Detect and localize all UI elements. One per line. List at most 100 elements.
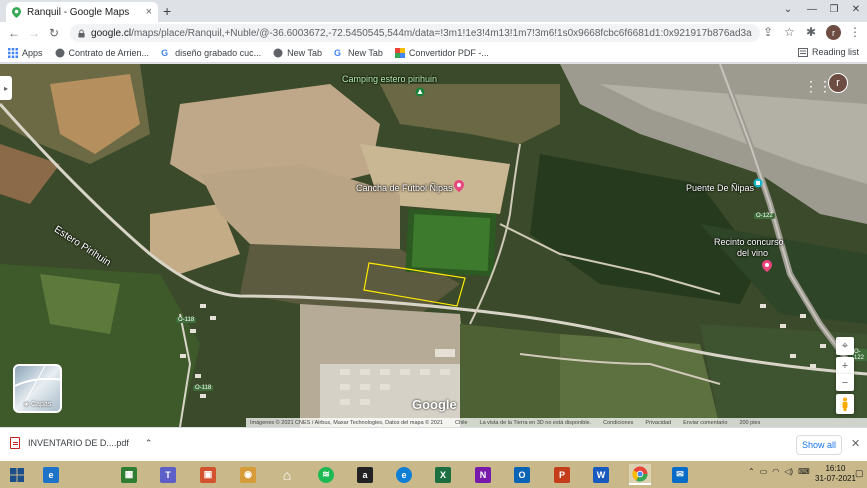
campground-pin-icon[interactable] [415, 87, 425, 99]
terms-link[interactable]: Condiciones [603, 420, 633, 426]
windows-logo-icon [10, 467, 24, 482]
zoom-out-button[interactable]: − [836, 374, 854, 391]
account-avatar[interactable]: r [828, 73, 848, 93]
show-all-button[interactable]: Show all [796, 435, 842, 455]
taskbar-spotify[interactable]: ≋ [315, 464, 337, 485]
reload-icon[interactable]: ↻ [44, 26, 64, 40]
profile-avatar[interactable]: r [826, 25, 841, 40]
collapse-side-panel-button[interactable]: ▸ [0, 76, 12, 100]
address-bar[interactable]: google.cl/maps/place/Ranquil,+Ñuble/@-36… [70, 24, 760, 42]
road-label-o118-b: O-118 [193, 385, 214, 391]
taskbar-outlook[interactable]: O [511, 464, 533, 485]
store-icon: ▦ [121, 466, 137, 483]
volume-icon[interactable]: ◁) [784, 467, 793, 476]
road-label-o118-a: O-118 [176, 317, 197, 323]
feedback-link[interactable]: Enviar comentario [683, 420, 727, 426]
bookmark-convertidor[interactable]: Convertidor PDF -... [394, 48, 489, 58]
taskbar-amazon[interactable]: a [354, 464, 376, 485]
layers-label: ◈ Capas [23, 401, 52, 408]
scale-label[interactable]: 200 pies [739, 420, 760, 426]
place-pin-icon[interactable] [762, 260, 772, 272]
road-label-o122-b: O-122 [852, 349, 867, 361]
taskbar-word[interactable]: W [590, 464, 612, 485]
extensions-icon[interactable]: ✱ [806, 25, 816, 39]
map-label-camping[interactable]: Camping estero pirihuin [342, 74, 437, 84]
bookmark-contrato[interactable]: Contrato de Arrien... [55, 48, 149, 58]
network-icon[interactable]: ▭ [760, 467, 768, 476]
clock-time: 16:10 [825, 464, 846, 473]
wifi-icon[interactable]: ◠ [772, 467, 779, 476]
notifications-icon[interactable]: ▢ [855, 468, 864, 479]
landmark-pin-icon[interactable] [753, 178, 763, 190]
taskbar-home[interactable]: ⌂ [276, 464, 298, 485]
back-arrow-icon[interactable]: ← [4, 26, 24, 40]
tab-close-icon[interactable]: × [146, 6, 152, 18]
forward-arrow-icon[interactable]: → [24, 26, 44, 40]
map-label-puente[interactable]: Puente De Ñipas [686, 183, 754, 193]
close-window-button[interactable]: ✕ [844, 0, 867, 18]
taskbar-edge[interactable]: e [393, 464, 415, 485]
google-icon: G [161, 48, 169, 58]
language-icon[interactable]: ⌨ [798, 467, 810, 476]
chevron-up-icon[interactable]: ⌃ [748, 467, 755, 476]
taskbar-office[interactable]: ▣ [197, 464, 219, 485]
google-logo: Google [412, 397, 457, 412]
pegman-icon[interactable] [836, 394, 854, 414]
office-icon: ▣ [200, 466, 216, 483]
taskbar-edge-legacy[interactable]: e [40, 464, 62, 485]
layers-toggle-button[interactable]: ◈ Capas [13, 364, 62, 413]
share-icon[interactable]: ⇪ [763, 25, 773, 39]
bookmark-new-tab-2[interactable]: G New Tab [334, 48, 383, 58]
taskbar-mail[interactable]: ✉ [669, 464, 691, 485]
bookmark-label: diseño grabado cuc... [175, 48, 262, 58]
map-label-cancha[interactable]: Cancha de Fútbol Ñipas [356, 183, 453, 193]
new-tab-button[interactable]: + [163, 3, 171, 19]
taskbar-app-orange[interactable]: ◉ [237, 464, 259, 485]
bookmark-new-tab-1[interactable]: New Tab [273, 48, 322, 58]
url-host: google.cl [91, 27, 132, 39]
minimize-button[interactable]: — [800, 0, 824, 18]
bookmark-star-icon[interactable]: ☆ [784, 25, 795, 39]
reading-list-icon [797, 47, 808, 57]
taskbar-excel[interactable]: X [432, 464, 454, 485]
map-label-recinto-1[interactable]: Recinto concurso [714, 237, 784, 247]
privacy-link[interactable]: Privacidad [645, 420, 671, 426]
zoom-in-button[interactable]: + [836, 357, 854, 374]
tab-ranquil-maps[interactable]: Ranquil - Google Maps × [6, 2, 158, 22]
start-button[interactable] [6, 464, 28, 485]
bookmark-diseno[interactable]: G diseño grabado cuc... [161, 48, 261, 58]
edge-icon: e [396, 466, 412, 483]
downloads-bar: INVENTARIO DE D....pdf ⌃ Show all ✕ [0, 427, 867, 461]
taskbar-powerpoint[interactable]: P [551, 464, 573, 485]
lock-icon [78, 29, 85, 37]
reading-list-button[interactable]: Reading list [797, 47, 859, 57]
onenote-icon: N [475, 466, 491, 483]
country-link[interactable]: Chile [455, 420, 468, 426]
bookmark-label: Apps [22, 48, 43, 58]
download-item[interactable]: INVENTARIO DE D....pdf ⌃ [10, 437, 152, 449]
app-icon: ◉ [240, 466, 256, 483]
taskbar-teams[interactable]: T [157, 464, 179, 485]
tab-title: Ranquil - Google Maps [27, 6, 130, 18]
bookmark-apps[interactable]: Apps [8, 48, 43, 58]
reading-list-label: Reading list [811, 47, 859, 57]
excel-icon: X [435, 466, 451, 483]
taskbar-onenote[interactable]: N [472, 464, 494, 485]
street-view-icon [842, 397, 848, 411]
system-clock[interactable]: 16:10 31-07-2021 [815, 464, 856, 484]
my-location-button[interactable]: ⌖ [836, 337, 854, 355]
close-downloads-icon[interactable]: ✕ [851, 437, 860, 450]
taskbar-excel-store[interactable]: ▦ [118, 464, 140, 485]
maximize-button[interactable]: ❐ [822, 0, 846, 18]
tab-strip: Ranquil - Google Maps × + ⌄ — ❐ ✕ [0, 0, 867, 22]
map-label-recinto-2[interactable]: del vino [737, 248, 768, 258]
outlook-icon: O [514, 466, 530, 483]
menu-kebab-icon[interactable]: ⋮ [849, 25, 861, 39]
tab-search-icon[interactable]: ⌄ [776, 0, 800, 18]
sports-pin-icon[interactable] [454, 180, 464, 192]
mail-icon: ✉ [672, 466, 688, 483]
chevron-up-icon[interactable]: ⌃ [145, 438, 153, 449]
taskbar-chrome[interactable] [629, 464, 651, 485]
satellite-map[interactable]: ▸ Camping estero pirihuin Cancha de Fútb… [0, 64, 867, 427]
colored-square-icon [394, 48, 405, 58]
